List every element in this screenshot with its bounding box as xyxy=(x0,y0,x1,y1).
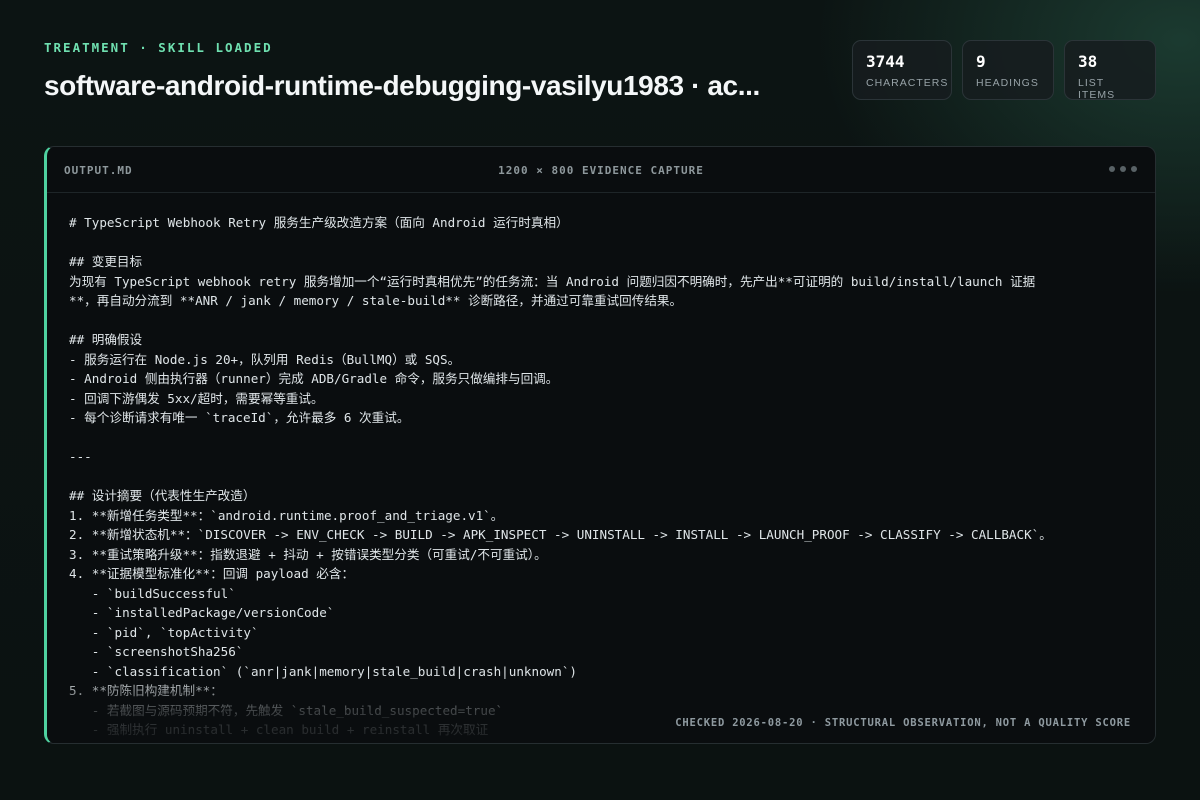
stat-headings: 9 HEADINGS xyxy=(962,40,1054,100)
code-line: # TypeScript Webhook Retry 服务生产级改造方案（面向 … xyxy=(69,215,569,230)
stat-list-items: 38 LIST ITEMS xyxy=(1064,40,1156,101)
stat-headings-value: 9 xyxy=(976,52,986,71)
code-line: - Android 侧由执行器（runner）完成 ADB/Gradle 命令，… xyxy=(69,371,559,386)
code-line: --- xyxy=(69,449,92,464)
code-line: **，再自动分流到 **ANR / jank / memory / stale-… xyxy=(69,293,683,308)
eyebrow-label: TREATMENT · SKILL LOADED xyxy=(44,40,273,55)
stat-list-items-label: LIST ITEMS xyxy=(1078,77,1116,101)
code-line: - 服务运行在 Node.js 20+，队列用 Redis（BullMQ）或 S… xyxy=(69,351,461,367)
page-title: software-android-runtime-debugging-vasil… xyxy=(44,70,760,101)
code-line: 4. **证据模型标准化**：回调 payload 必含： xyxy=(69,566,355,581)
stat-characters-value: 3744 xyxy=(866,52,905,71)
code-line: 为现有 TypeScript webhook retry 服务增加一个“运行时真… xyxy=(69,273,1036,289)
markdown-output: # TypeScript Webhook Retry 服务生产级改造方案（面向 … xyxy=(69,213,1135,740)
panel-header: OUTPUT.MD 1200 × 800 EVIDENCE CAPTURE xyxy=(47,147,1155,193)
code-line: - `installedPackage/versionCode` xyxy=(69,605,335,620)
code-line: 1. **新增任务类型**：`android.runtime.proof_and… xyxy=(69,507,504,523)
code-line: ## 变更目标 xyxy=(69,254,143,269)
code-line: 3. **重试策略升级**：指数退避 + 抖动 + 按错误类型分类（可重试/不可… xyxy=(69,546,547,562)
stat-list-items-value: 38 xyxy=(1078,52,1098,71)
code-line: - 回调下游偶发 5xx/超时，需要幂等重试。 xyxy=(69,390,324,406)
code-line: 2. **新增状态机**：`DISCOVER -> ENV_CHECK -> B… xyxy=(69,527,1052,542)
dot-icon xyxy=(1120,166,1126,172)
fade-overlay xyxy=(47,673,1155,743)
stat-characters: 3744 CHARACTERS xyxy=(852,40,952,100)
stat-characters-label: CHARACTERS xyxy=(866,77,949,89)
code-line: - `pid`, `topActivity` xyxy=(69,624,259,640)
more-options-icon[interactable] xyxy=(1109,166,1137,172)
panel-footnote: CHECKED 2026-08-20 · STRUCTURAL OBSERVAT… xyxy=(675,717,1131,729)
code-line: - `screenshotSha256` xyxy=(69,644,244,659)
code-line: ## 设计摘要（代表性生产改造） xyxy=(69,488,256,503)
code-line: - 每个诊断请求有唯一 `traceId`，允许最多 6 次重试。 xyxy=(69,410,410,425)
code-line: - `buildSuccessful` xyxy=(69,585,236,601)
dot-icon xyxy=(1131,166,1137,172)
stat-headings-label: HEADINGS xyxy=(976,77,1039,89)
output-panel: OUTPUT.MD 1200 × 800 EVIDENCE CAPTURE # … xyxy=(44,146,1156,744)
code-line: ## 明确假设 xyxy=(69,332,143,347)
panel-caption: 1200 × 800 EVIDENCE CAPTURE xyxy=(498,164,704,177)
dot-icon xyxy=(1109,166,1115,172)
stats-group: 3744 CHARACTERS 9 HEADINGS 38 LIST ITEMS xyxy=(852,40,1156,101)
